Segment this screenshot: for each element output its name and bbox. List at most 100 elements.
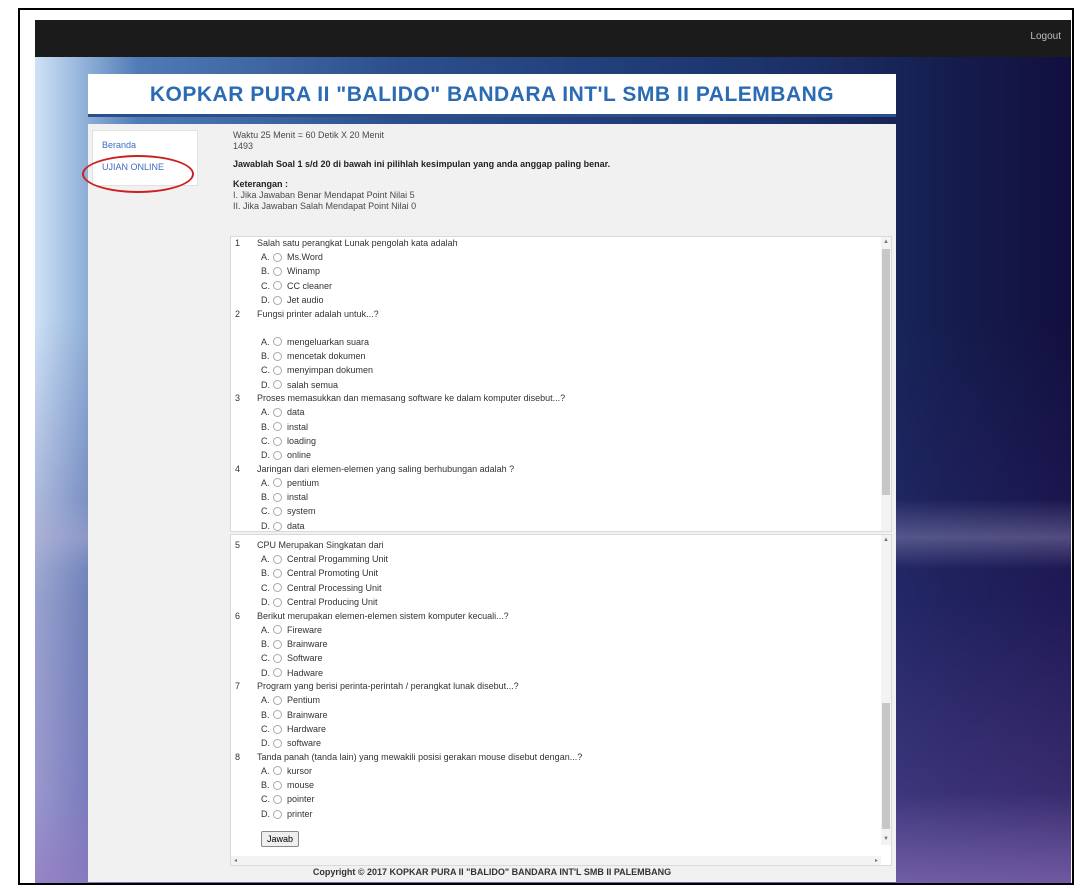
radio-button[interactable] [273,492,282,502]
question-text: CPU Merupakan Singkatan dari [257,540,384,550]
answer-option[interactable]: C. pointer [231,792,881,806]
answer-option[interactable]: B. mencetak dokumen [231,349,881,363]
radio-button[interactable] [273,380,282,390]
answer-option[interactable]: D. software [231,736,881,750]
radio-button[interactable] [273,639,282,649]
option-label: software [287,738,322,749]
radio-button[interactable] [273,668,282,678]
question-text: Proses memasukkan dan memasang software … [257,393,566,404]
scroll-up-icon[interactable]: ▲ [882,536,890,544]
radio-button[interactable] [273,281,282,291]
answer-option[interactable]: B. Brainware [231,637,881,651]
answer-option[interactable]: A. kursor [231,764,881,778]
radio-button[interactable] [273,583,282,593]
radio-button[interactable] [273,569,282,579]
answer-option[interactable]: A. mengeluarkan suara [231,335,881,349]
answer-option[interactable]: D. Central Producing Unit [231,595,881,609]
question-number: 3 [235,393,241,404]
scroll-up-icon[interactable]: ▲ [882,238,890,246]
radio-button[interactable] [273,710,282,720]
answer-option[interactable]: B. instal [231,490,881,504]
radio-button[interactable] [273,450,282,460]
question-number: 8 [235,751,241,762]
answer-option[interactable]: D. printer [231,807,881,821]
option-letter: C. [261,582,270,593]
logout-link[interactable]: Logout [1030,31,1061,42]
answer-option[interactable]: C. menyimpan dokumen [231,363,881,377]
answer-option[interactable]: C. loading [231,434,881,448]
radio-button[interactable] [273,267,282,277]
vertical-scrollbar[interactable]: ▲ ▼ [881,535,891,845]
vertical-scrollbar[interactable]: ▲ [881,237,891,531]
scroll-right-icon[interactable]: ▸ [875,857,878,864]
answer-option[interactable]: A. Central Progamming Unit [231,552,881,566]
radio-button[interactable] [273,597,282,607]
answer-option[interactable]: B. instal [231,420,881,434]
answer-option[interactable]: C. Central Processing Unit [231,581,881,595]
answer-option[interactable]: C. system [231,504,881,518]
radio-button[interactable] [273,724,282,734]
answer-option[interactable]: D. data [231,519,881,531]
scroll-down-icon[interactable]: ▼ [882,835,890,843]
answer-option[interactable]: D. salah semua [231,378,881,392]
answer-option[interactable]: B. mouse [231,778,881,792]
answer-option[interactable]: B. Brainware [231,708,881,722]
radio-button[interactable] [273,436,282,446]
answer-option[interactable]: A. Fireware [231,623,881,637]
question-text: Fungsi printer adalah untuk...? [257,308,379,319]
answer-option[interactable]: B. Central Promoting Unit [231,566,881,580]
radio-button[interactable] [273,422,282,432]
option-label: salah semua [287,379,339,390]
scroll-thumb[interactable] [882,703,890,829]
answer-option[interactable]: D. Hadware [231,666,881,680]
footer-copyright: Copyright © 2017 KOPKAR PURA II "BALIDO"… [312,867,672,877]
scroll-left-icon[interactable]: ◂ [234,857,237,864]
main-content: Beranda UJIAN ONLINE Waktu 25 Menit = 60… [88,124,896,882]
radio-button[interactable] [273,521,282,531]
horizontal-scrollbar[interactable]: ◂ ▸ [231,856,881,865]
radio-button[interactable] [273,766,282,776]
radio-button[interactable] [273,795,282,805]
answer-option[interactable]: A. Ms.Word [231,250,881,264]
answer-option[interactable]: B. Winamp [231,264,881,278]
sidebar-item-beranda[interactable]: Beranda [102,140,136,150]
jawab-button[interactable]: Jawab [261,831,300,847]
option-letter: C. [261,280,270,291]
site-header: KOPKAR PURA II "BALIDO" BANDARA INT'L SM… [88,74,896,117]
radio-button[interactable] [273,351,282,361]
radio-button[interactable] [273,507,282,517]
radio-button[interactable] [273,295,282,305]
option-letter: D. [261,295,270,306]
radio-button[interactable] [273,407,282,417]
option-label: system [287,506,316,517]
option-letter: A. [261,477,270,488]
radio-button[interactable] [273,252,282,262]
option-letter: C. [261,794,270,805]
radio-button[interactable] [273,478,282,488]
answer-option[interactable]: D. Jet audio [231,293,881,307]
radio-button[interactable] [273,780,282,790]
answer-option[interactable]: A. data [231,405,881,419]
option-label: mengeluarkan suara [287,336,370,347]
radio-button[interactable] [273,337,282,347]
answer-option[interactable]: D. online [231,448,881,462]
answer-option[interactable]: C. Software [231,651,881,665]
radio-button[interactable] [273,654,282,664]
radio-button[interactable] [273,554,282,564]
option-label: instal [287,421,309,432]
scroll-thumb[interactable] [882,249,890,495]
radio-button[interactable] [273,738,282,748]
exam-info: Waktu 25 Menit = 60 Detik X 20 Menit 149… [233,130,873,212]
option-label: instal [287,492,309,503]
answer-option[interactable]: A. pentium [231,476,881,490]
radio-button[interactable] [273,809,282,819]
option-letter: C. [261,653,270,664]
radio-button[interactable] [273,695,282,705]
option-letter: B. [261,709,270,720]
answer-option[interactable]: A. Pentium [231,693,881,707]
answer-option[interactable]: C. Hardware [231,722,881,736]
option-letter: A. [261,765,270,776]
answer-option[interactable]: C. CC cleaner [231,279,881,293]
radio-button[interactable] [273,625,282,635]
radio-button[interactable] [273,366,282,376]
